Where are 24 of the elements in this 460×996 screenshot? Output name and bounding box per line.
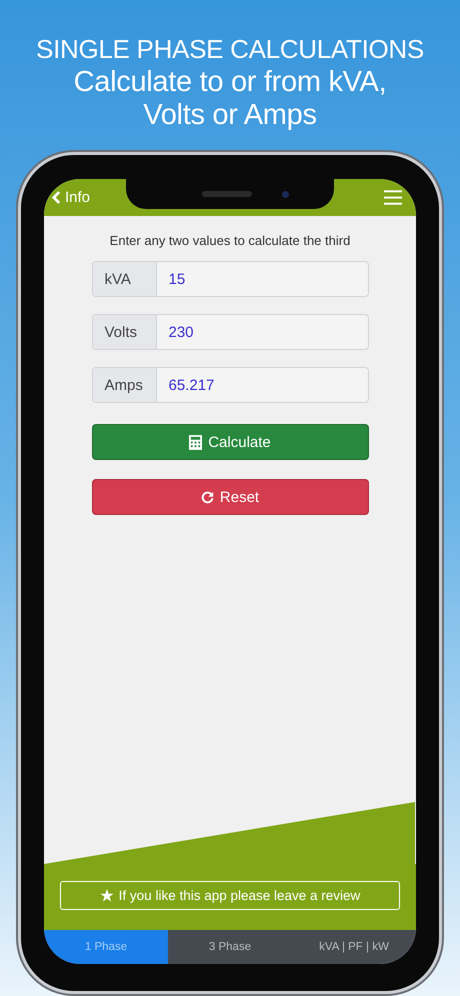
input-field[interactable]: kVA 15 — [92, 261, 368, 297]
review-button[interactable]: If you like this app please leave a review — [60, 881, 400, 910]
chevron-left-icon — [52, 191, 61, 204]
speaker-icon — [202, 191, 252, 197]
reload-icon — [200, 490, 214, 504]
calculate-button[interactable]: Calculate — [92, 424, 368, 460]
instruction-text: Enter any two values to calculate the third — [110, 233, 350, 248]
field-label: Volts — [92, 315, 156, 349]
field-label: kVA — [92, 262, 156, 296]
field-label: Amps — [92, 368, 156, 402]
reset-button[interactable]: Reset — [92, 479, 368, 515]
camera-icon — [282, 190, 288, 198]
back-link[interactable]: Info — [52, 189, 90, 206]
tab[interactable]: 1 Phase — [44, 930, 168, 964]
calculator-icon — [189, 434, 202, 450]
headline-text: Calculate to or from kVA, — [74, 66, 386, 99]
tab[interactable]: 3 Phase — [168, 930, 292, 964]
headline-text: SINGLE PHASE CALCULATIONS — [36, 33, 424, 66]
input-field[interactable]: Volts 230 — [92, 314, 368, 350]
menu-icon[interactable] — [384, 190, 402, 205]
tab[interactable]: kVA | PF | kW — [292, 930, 416, 964]
input-field[interactable]: Amps 65.217 — [92, 367, 368, 403]
headline-text: Volts or Amps — [143, 99, 317, 132]
star-icon — [100, 889, 114, 902]
